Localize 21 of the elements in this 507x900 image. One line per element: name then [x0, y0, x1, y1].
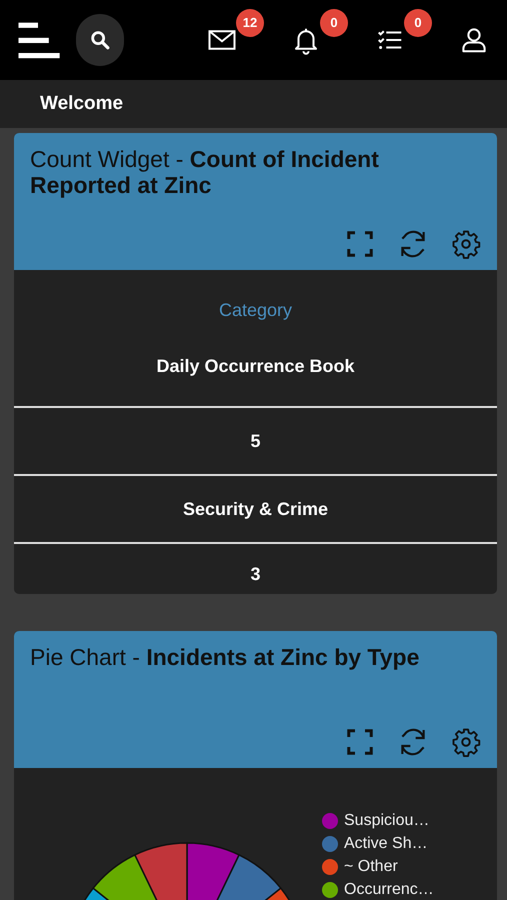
- table-cell: 5: [14, 406, 497, 474]
- fullscreen-icon[interactable]: [345, 727, 375, 757]
- count-badge: 0: [320, 9, 348, 37]
- legend-label: Occurrenc…: [344, 881, 434, 899]
- page-title: Welcome: [40, 93, 124, 115]
- legend-label: Active Sh…: [344, 835, 428, 853]
- fullscreen-icon[interactable]: [345, 229, 375, 259]
- widget-title: Pie Chart - Incidents at Zinc by Type: [30, 644, 420, 670]
- settings-icon[interactable]: [451, 229, 481, 259]
- table-cell: Security & Crime: [14, 474, 497, 542]
- search-icon: [89, 29, 111, 51]
- table-cell: 3: [14, 542, 497, 594]
- table-cell-text: Daily Occurrence Book: [155, 355, 356, 378]
- search-button[interactable]: [76, 14, 124, 66]
- count-badge: 12: [236, 9, 264, 37]
- column-header: Category: [218, 299, 294, 322]
- legend-label: Suspiciou…: [344, 812, 430, 830]
- widget-title: Count Widget - Count of Incident Reported at Zinc: [30, 146, 380, 198]
- legend-label: ~ Other: [344, 858, 398, 876]
- count-badge: 0: [404, 9, 432, 37]
- settings-icon[interactable]: [451, 727, 481, 757]
